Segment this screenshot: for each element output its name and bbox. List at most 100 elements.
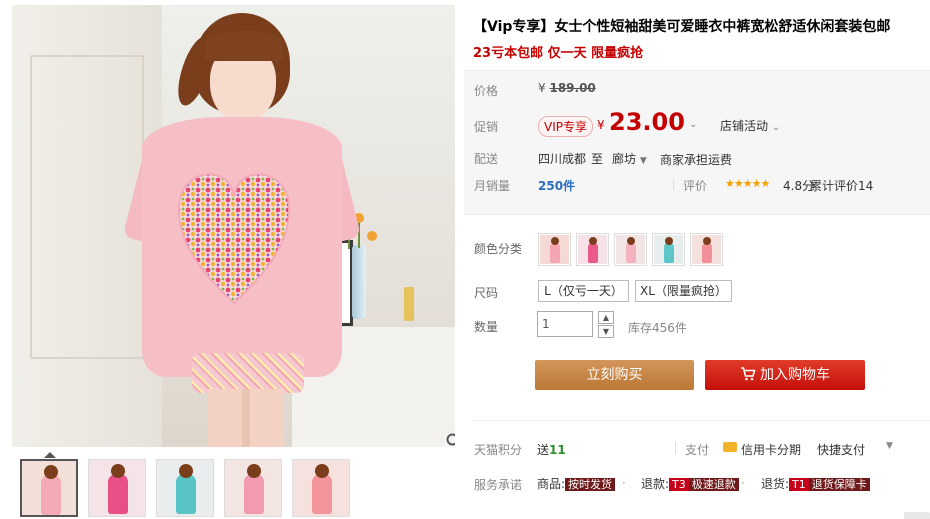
size-label: 尺码 [474, 286, 499, 300]
thumbnail-4[interactable] [224, 459, 282, 517]
thumbnail-figure-head [111, 464, 125, 478]
dot-separator: · [741, 476, 745, 490]
main-product-image[interactable] [12, 5, 455, 447]
stock-count: 库存456件 [628, 321, 687, 335]
shipping-fee: 商家承担运费 [660, 153, 733, 167]
color-swatch-3[interactable] [614, 233, 647, 266]
size-option-xl[interactable]: XL（限量疯抢） [635, 280, 732, 302]
divider [473, 420, 930, 421]
chevron-down-icon[interactable]: ⌄ [689, 119, 697, 130]
thumbnail-figure [41, 475, 61, 515]
model-bangs [205, 31, 283, 61]
quantity-increase-button[interactable]: ▲ [598, 311, 614, 324]
promo-currency: ¥ [597, 118, 605, 132]
monthly-sales-count: 250件 [538, 179, 576, 193]
model-legs [208, 389, 284, 447]
add-to-cart-button[interactable]: 加入购物车 [705, 360, 865, 390]
dot-separator: · [622, 476, 626, 490]
shipping-destination: 廊坊 [612, 152, 637, 166]
image-vase [352, 245, 366, 319]
return-label: 退货: [761, 477, 790, 491]
swatch-figure-head [551, 237, 559, 245]
goods-badge: 按时发货 [565, 478, 616, 491]
swatch-figure-head [665, 237, 673, 245]
rating-label: 评价 [683, 179, 708, 193]
swatch-figure [588, 243, 598, 263]
service-refund: 退款: T3 极速退款 [641, 475, 739, 492]
points-number: 11 [549, 443, 566, 457]
swatch-figure [626, 243, 636, 263]
image-background-door [30, 55, 144, 359]
divider [673, 179, 674, 191]
cumulative-reviews-link[interactable]: 累计评价14 [810, 177, 873, 194]
thumbnail-3[interactable] [156, 459, 214, 517]
promo-label: 促销 [474, 120, 499, 134]
cart-icon [741, 367, 756, 381]
quantity-decrease-button[interactable]: ▼ [598, 325, 614, 338]
rating-stars-icon: ★★★★★ [725, 177, 770, 190]
scroll-to-top-tab[interactable] [904, 512, 930, 519]
points-label: 天猫积分 [474, 443, 523, 457]
refund-code-badge: T3 [669, 478, 689, 491]
size-option-l[interactable]: L（仅亏一天） [538, 280, 629, 302]
product-subtitle: 23亏本包邮 仅一天 限量疯抢 [473, 46, 644, 61]
buy-now-button[interactable]: 立刻购买 [535, 360, 694, 390]
monthly-sales-label: 月销量 [474, 179, 511, 193]
store-event-label: 店铺活动 [720, 119, 769, 133]
service-return: 退货: T1 退货保障卡 [761, 475, 870, 492]
points-send-word: 送 [537, 443, 550, 457]
swatch-figure [702, 243, 712, 263]
service-label: 服务承诺 [474, 478, 523, 492]
image-flower [367, 231, 377, 241]
promo-price: 23.00 [609, 108, 685, 136]
swatch-figure-head [703, 237, 711, 245]
quantity-label: 数量 [474, 320, 499, 334]
heart-print [177, 173, 291, 305]
thumbnail-figure-head [179, 464, 193, 478]
quick-pay: 快捷支付 [817, 443, 866, 457]
payment-label: 支付 [685, 443, 710, 457]
goods-label: 商品: [537, 477, 566, 491]
refund-label: 退款: [641, 477, 670, 491]
thumbnail-figure-head [247, 464, 261, 478]
thumbnail-1[interactable] [20, 459, 78, 517]
swatch-figure-head [627, 237, 635, 245]
zoom-icon[interactable] [444, 431, 455, 447]
color-swatch-4[interactable] [652, 233, 685, 266]
thumbnail-figure [108, 474, 128, 514]
chevron-down-icon: ⌄ [771, 122, 781, 133]
shipping-to-word: 至 [591, 152, 604, 166]
swatch-figure [550, 243, 560, 263]
price-label: 价格 [474, 84, 499, 98]
image-candle [404, 287, 414, 321]
color-label: 颜色分类 [474, 242, 523, 256]
credit-installment: 信用卡分期 [741, 443, 802, 457]
thumbnail-figure [176, 474, 196, 514]
service-goods: 商品: 按时发货 [537, 475, 616, 492]
product-title: 【Vip专享】女士个性短袖甜美可爱睡衣中裤宽松舒适休闲套装包邮 [473, 19, 891, 35]
points-value: 送11 [537, 441, 566, 458]
shipping-destination-dropdown[interactable]: 廊坊 ▼ [612, 150, 647, 167]
thumbnail-figure-head [315, 464, 329, 478]
divider [675, 442, 676, 454]
credit-card-icon [723, 442, 737, 452]
thumbnail-pointer-icon [44, 452, 56, 458]
vip-tag: VIP专享 [538, 116, 593, 137]
caret-down-icon[interactable]: ▼ [886, 441, 893, 451]
quantity-input[interactable]: 1 [537, 311, 593, 337]
thumbnail-5[interactable] [292, 459, 350, 517]
refund-badge: 极速退款 [688, 478, 739, 491]
swatch-figure [664, 243, 674, 263]
color-swatch-2[interactable] [576, 233, 609, 266]
store-event-dropdown[interactable]: 店铺活动 ⌄ [720, 117, 780, 134]
return-badge: 退货保障卡 [808, 478, 870, 491]
shipping-from: 四川成都 [538, 152, 587, 166]
original-price: ¥ 189.00 [538, 81, 596, 95]
caret-down-icon: ▼ [639, 156, 647, 166]
swatch-figure-head [589, 237, 597, 245]
color-swatch-5[interactable] [690, 233, 723, 266]
currency-symbol: ¥ [538, 81, 546, 95]
color-swatch-1[interactable] [538, 233, 571, 266]
printed-shorts [192, 353, 304, 393]
thumbnail-2[interactable] [88, 459, 146, 517]
